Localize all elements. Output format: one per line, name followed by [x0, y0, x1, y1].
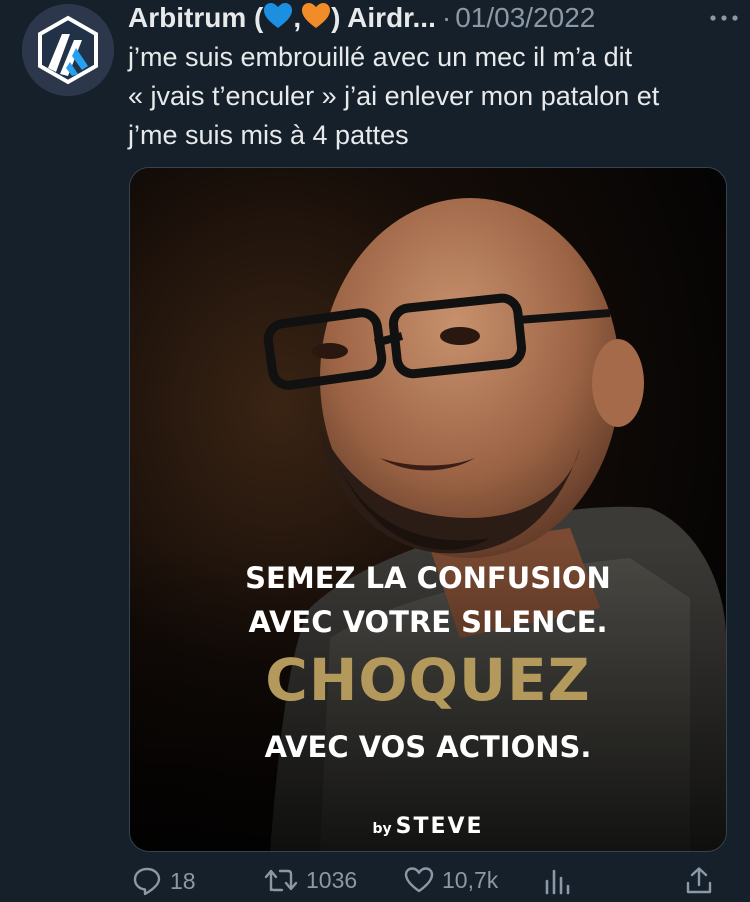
avatar[interactable]: [22, 4, 114, 96]
caption-line-1: SEMEZ LA CONFUSION: [245, 561, 611, 595]
caption-line-3: CHOQUEZ: [265, 646, 591, 714]
arbitrum-logo-icon: [22, 4, 114, 96]
tweet-actions: 18 1036 10,7k: [128, 862, 728, 902]
tweet: Arbitrum (, ) Airdr... · 01/03/2022 j’me …: [0, 0, 750, 902]
like-button[interactable]: 10,7k: [404, 866, 498, 894]
display-name-suffix: ) Airdr...: [331, 2, 436, 33]
retweet-icon: [264, 869, 298, 892]
tweet-text-line: « jvais t’enculer » j’ai enlever mon pat…: [128, 81, 660, 111]
display-name-prefix: Arbitrum (: [128, 2, 264, 33]
share-button[interactable]: [684, 866, 714, 896]
reply-button[interactable]: 18: [132, 866, 196, 896]
reply-count: 18: [170, 867, 196, 894]
blue-heart-icon: [264, 3, 293, 28]
views-icon: [545, 869, 570, 895]
tweet-date[interactable]: 01/03/2022: [455, 2, 595, 34]
like-icon: [404, 867, 434, 893]
brand-name: STEVE: [395, 814, 484, 839]
display-name[interactable]: Arbitrum (, ) Airdr...: [128, 2, 436, 34]
reply-icon: [133, 867, 161, 896]
tweet-text: j’me suis embrouillé avec un mec il m’a …: [128, 38, 738, 155]
tweet-text-line: j’me suis embrouillé avec un mec il m’a …: [128, 42, 633, 72]
image-brand: by STEVE: [130, 814, 726, 839]
retweet-count: 1036: [306, 866, 358, 893]
tweet-image[interactable]: SEMEZ LA CONFUSION AVEC VOTRE SILENCE. C…: [129, 167, 727, 852]
retweet-button[interactable]: 1036: [264, 866, 357, 894]
caption-line-2: AVEC VOTRE SILENCE.: [248, 605, 608, 639]
tweet-text-line: j’me suis mis à 4 pattes: [128, 120, 409, 150]
orange-heart-icon: [302, 3, 331, 28]
caption-line-4: AVEC VOS ACTIONS.: [264, 730, 592, 764]
tweet-header: Arbitrum (, ) Airdr... · 01/03/2022: [128, 0, 738, 36]
share-icon: [686, 867, 712, 894]
more-icon: [710, 15, 738, 21]
separator-dot: ·: [441, 2, 452, 33]
more-button[interactable]: [704, 0, 744, 36]
display-name-comma: ,: [293, 2, 302, 33]
views-button[interactable]: [542, 866, 572, 896]
like-count: 10,7k: [442, 866, 499, 893]
brand-by: by: [372, 821, 392, 837]
